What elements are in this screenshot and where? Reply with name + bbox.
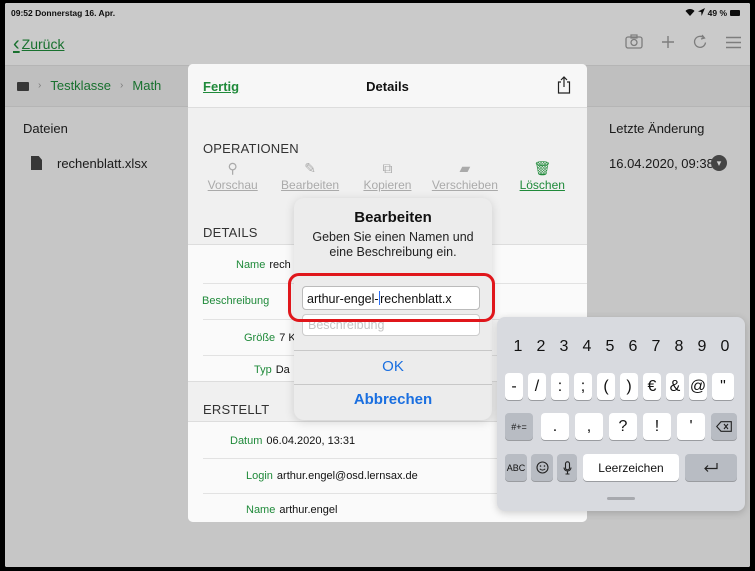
key-exclamation[interactable]: ! [643, 413, 671, 440]
key-4[interactable]: 4 [577, 338, 597, 356]
key-slash[interactable]: / [528, 373, 546, 400]
key-paren-close[interactable]: ) [620, 373, 638, 400]
detail-description-row: Beschreibung [202, 295, 270, 307]
microphone-icon [562, 460, 572, 475]
ok-button[interactable]: OK [294, 350, 492, 384]
detail-name-row: Name rech [236, 259, 291, 271]
key-at[interactable]: @ [689, 373, 707, 400]
backspace-icon [716, 421, 732, 432]
key-6[interactable]: 6 [623, 338, 643, 356]
operations-row: ⚲ Vorschau ✎ Bearbeiten ⧉ Kopieren ▰ Ver… [188, 161, 587, 197]
created-login-row: Login arthur.engel@osd.lernsax.de [246, 470, 418, 482]
key-abc[interactable]: ABC [505, 454, 527, 481]
delete-button[interactable]: 🗑 Löschen [507, 161, 577, 197]
dialog-title: Bearbeiten [354, 209, 432, 226]
edit-button[interactable]: ✎ Bearbeiten [275, 161, 345, 197]
key-quote[interactable]: " [712, 373, 734, 400]
floating-keyboard: 1 2 3 4 5 6 7 8 9 0 - / : ; ( ) € & @ " … [497, 317, 745, 511]
folder-move-icon: ▰ [459, 160, 471, 176]
copy-icon: ⧉ [382, 160, 393, 176]
move-button[interactable]: ▰ Verschieben [430, 161, 500, 197]
key-semicolon[interactable]: ; [574, 373, 592, 400]
key-comma[interactable]: , [575, 413, 603, 440]
preview-button[interactable]: ⚲ Vorschau [198, 161, 268, 197]
detail-type-row: Typ Da [254, 364, 290, 376]
key-euro[interactable]: € [643, 373, 661, 400]
share-icon[interactable] [557, 76, 571, 94]
key-colon[interactable]: : [551, 373, 569, 400]
magnifier-icon: ⚲ [227, 160, 238, 176]
sheet-header: Fertig Details [188, 64, 587, 108]
cancel-button[interactable]: Abbrechen [294, 384, 492, 418]
detail-size-row: Größe 7 K [244, 332, 296, 344]
space-key[interactable]: Leerzeichen [583, 454, 679, 481]
key-9[interactable]: 9 [692, 338, 712, 356]
key-2[interactable]: 2 [531, 338, 551, 356]
keyboard-drag-handle[interactable] [607, 497, 635, 500]
created-section-label: ERSTELLT [203, 402, 270, 417]
key-8[interactable]: 8 [669, 338, 689, 356]
key-1[interactable]: 1 [508, 338, 528, 356]
key-5[interactable]: 5 [600, 338, 620, 356]
key-question[interactable]: ? [609, 413, 637, 440]
pencil-icon: ✎ [304, 160, 316, 176]
backspace-key[interactable] [711, 413, 737, 440]
key-0[interactable]: 0 [715, 338, 735, 356]
sheet-title: Details [366, 79, 409, 94]
key-minus[interactable]: - [505, 373, 523, 400]
key-ampersand[interactable]: & [666, 373, 684, 400]
return-key[interactable] [685, 454, 737, 481]
trash-icon: 🗑 [533, 160, 552, 176]
emoji-key[interactable] [531, 454, 553, 481]
key-paren-open[interactable]: ( [597, 373, 615, 400]
dialog-message: Geben Sie einen Namen und eine Beschreib… [312, 230, 474, 259]
operations-section-label: OPERATIONEN [203, 141, 299, 156]
ipad-screen: 09:52 Donnerstag 16. Apr. 49 % ‹ Zurück [5, 3, 750, 567]
key-3[interactable]: 3 [554, 338, 574, 356]
return-icon [704, 463, 718, 472]
key-more-symbols[interactable]: #+= [505, 413, 533, 440]
created-date-row: Datum 06.04.2020, 13:31 [230, 435, 356, 447]
dictation-key[interactable] [557, 454, 577, 481]
copy-button[interactable]: ⧉ Kopieren [352, 161, 422, 197]
created-name-row: Name arthur.engel [246, 504, 338, 516]
key-period[interactable]: . [541, 413, 569, 440]
details-section-label: DETAILS [203, 225, 258, 240]
emoji-icon [535, 461, 549, 474]
key-7[interactable]: 7 [646, 338, 666, 356]
highlight-annotation [288, 273, 495, 322]
key-apostrophe[interactable]: ' [677, 413, 705, 440]
